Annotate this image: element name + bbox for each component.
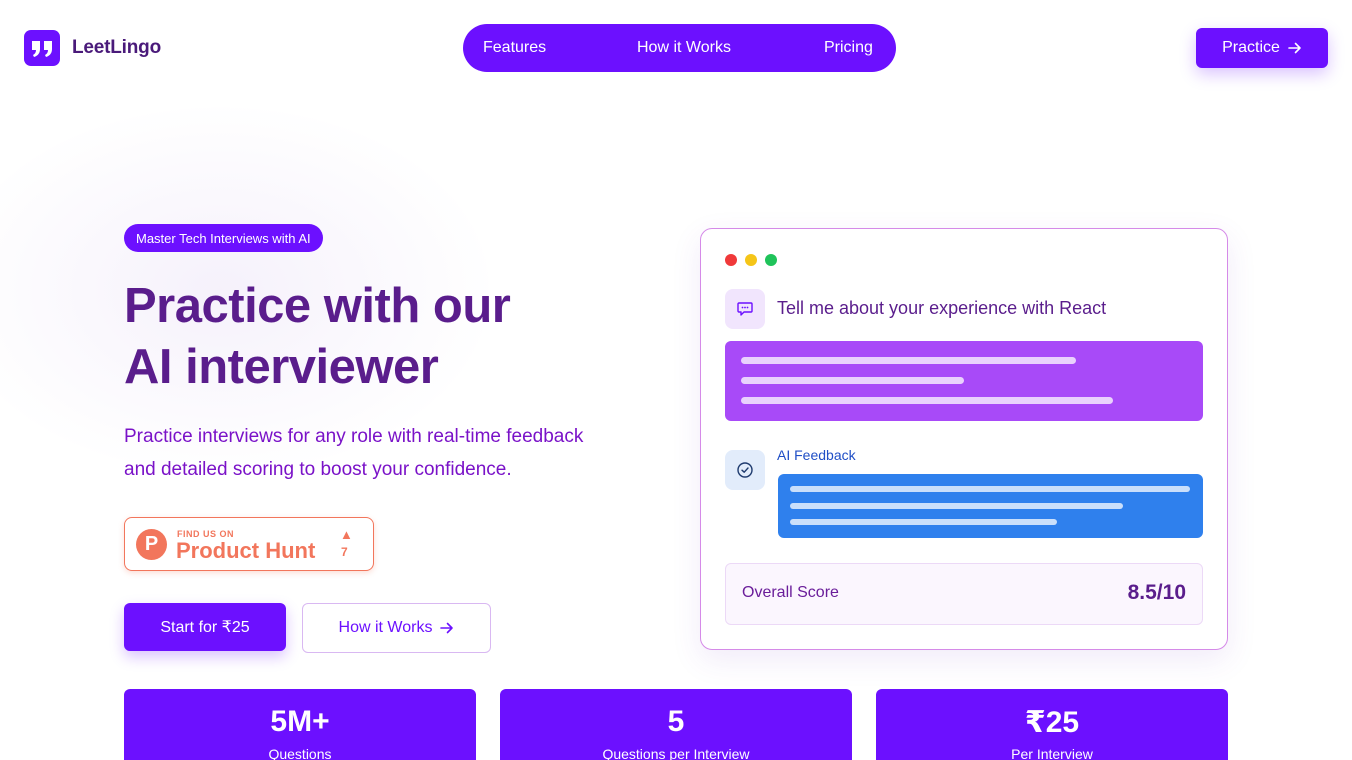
- product-hunt-logo-icon: P: [136, 529, 167, 560]
- stat-value: ₹25: [1024, 706, 1080, 739]
- practice-button-label: Practice: [1222, 39, 1280, 56]
- nav-link-features[interactable]: Features: [483, 39, 546, 57]
- overall-score-panel: Overall Score 8.5/10: [725, 563, 1203, 625]
- quote-icon: [24, 30, 60, 66]
- arrow-right-icon: [440, 622, 454, 634]
- overall-score-label: Overall Score: [742, 584, 839, 601]
- answer-placeholder-line: [741, 397, 1113, 404]
- stat-card-questions-per-interview: 5 Questions per Interview: [500, 689, 852, 760]
- feedback-placeholder-line: [790, 503, 1123, 509]
- stat-value: 5M+: [270, 705, 330, 738]
- brand-name: LeetLingo: [72, 37, 161, 58]
- feedback-placeholder-line: [790, 486, 1190, 492]
- hero-title: Practice with our AI interviewer: [124, 276, 511, 398]
- answer-bubble: [725, 341, 1203, 421]
- how-it-works-button[interactable]: How it Works: [302, 603, 491, 653]
- overall-score-value: 8.5/10: [1127, 581, 1186, 604]
- ai-feedback-label: AI Feedback: [777, 447, 856, 463]
- nav-link-pricing[interactable]: Pricing: [824, 39, 873, 57]
- hero-title-line-1: Practice with our: [124, 279, 511, 333]
- check-circle-icon: [725, 450, 765, 490]
- answer-placeholder-line: [741, 377, 964, 384]
- upvote-triangle-icon: ▲: [340, 527, 353, 542]
- logo[interactable]: LeetLingo: [24, 30, 161, 66]
- interview-demo-card: Tell me about your experience with React…: [700, 228, 1228, 650]
- answer-placeholder-line: [741, 357, 1076, 364]
- practice-button[interactable]: Practice: [1196, 28, 1328, 68]
- start-button[interactable]: Start for ₹25: [124, 603, 286, 651]
- feedback-placeholder-line: [790, 519, 1057, 525]
- window-dot-yellow: [745, 254, 757, 266]
- stat-label: Questions: [268, 746, 332, 760]
- nav-link-how-it-works[interactable]: How it Works: [637, 39, 731, 57]
- hero-title-line-2: AI interviewer: [124, 340, 439, 394]
- stat-label: Questions per Interview: [602, 746, 750, 760]
- how-it-works-button-label: How it Works: [338, 619, 433, 636]
- arrow-right-icon: [1288, 42, 1301, 54]
- hero-badge: Master Tech Interviews with AI: [124, 224, 323, 252]
- main-nav: Features How it Works Pricing: [463, 24, 896, 72]
- stat-card-questions: 5M+ Questions: [124, 689, 476, 760]
- stat-card-price: ₹25 Per Interview: [876, 689, 1228, 760]
- product-hunt-name: Product Hunt: [176, 538, 316, 563]
- interview-question: Tell me about your experience with React: [777, 298, 1107, 318]
- product-hunt-badge[interactable]: P FIND US ON Product Hunt ▲ 7: [124, 517, 374, 571]
- product-hunt-upvote-count: 7: [341, 545, 348, 559]
- window-dot-red: [725, 254, 737, 266]
- window-dot-green: [765, 254, 777, 266]
- stat-value: 5: [667, 705, 685, 738]
- hero-subtitle: Practice interviews for any role with re…: [124, 420, 664, 486]
- stat-label: Per Interview: [1011, 746, 1093, 760]
- hero-subtitle-line-1: Practice interviews for any role with re…: [124, 426, 584, 447]
- hero-subtitle-line-2: and detailed scoring to boost your confi…: [124, 459, 512, 480]
- feedback-bubble: [778, 474, 1203, 538]
- chat-bubble-icon: [725, 289, 765, 329]
